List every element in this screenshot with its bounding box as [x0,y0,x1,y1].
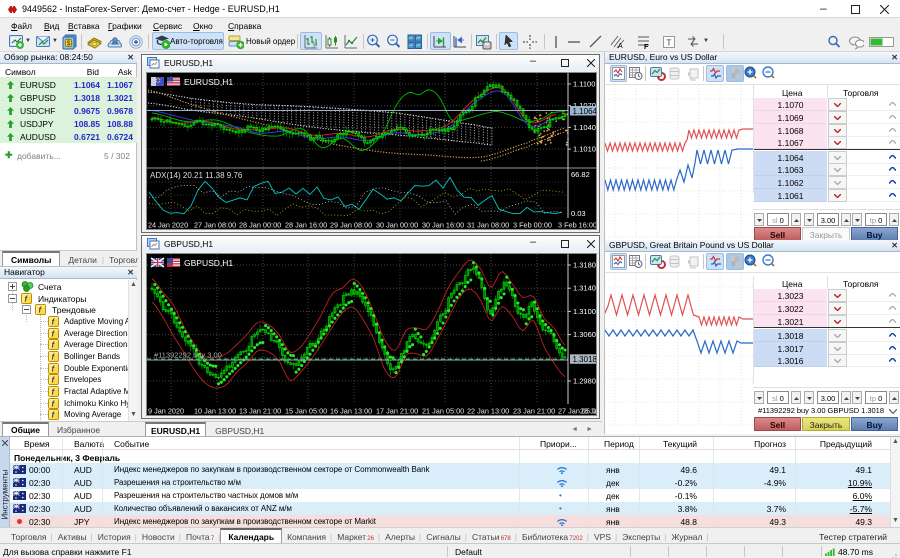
svg-text:21 Jan 05:00: 21 Jan 05:00 [422,407,464,416]
svg-text:1.3018: 1.3018 [573,355,598,364]
svg-text:ADX(14) 20.21 11.38 9.76: ADX(14) 20.21 11.38 9.76 [150,171,243,180]
svg-text:29 Jan 08:00: 29 Jan 08:00 [330,221,372,230]
svg-text:1.3060: 1.3060 [573,330,596,339]
svg-text:$: $ [67,41,71,48]
svg-text:A: A [618,43,623,50]
svg-text:0.03: 0.03 [571,209,586,218]
svg-text:GBPUSD,H1: GBPUSD,H1 [184,258,233,268]
svg-text:1.3180: 1.3180 [573,261,596,270]
svg-text:9 Jan 2020: 9 Jan 2020 [148,407,184,416]
svg-text:15 Jan 05:00: 15 Jan 05:00 [285,407,327,416]
svg-text:3 Feb 16:00: 3 Feb 16:00 [558,221,597,230]
svg-text:31 Jan 08:00: 31 Jan 08:00 [467,221,509,230]
svg-text:T: T [667,39,672,48]
svg-text:17 Jan 21:00: 17 Jan 21:00 [376,407,418,416]
svg-text:EURUSD,H1: EURUSD,H1 [184,77,233,87]
svg-text:13 Jan 21:00: 13 Jan 21:00 [239,407,281,416]
svg-text:27 Jan 08:00: 27 Jan 08:00 [194,221,236,230]
svg-text:1.1040: 1.1040 [573,123,596,132]
svg-text:28 Jan 00:00: 28 Jan 00:00 [239,221,281,230]
svg-text:66.82: 66.82 [571,170,590,179]
svg-text:30 Jan 16:00: 30 Jan 16:00 [422,221,464,230]
svg-text:#11392292 buy 3.00: #11392292 buy 3.00 [154,351,222,360]
svg-text:28 Jan 13:00: 28 Jan 13:00 [580,407,597,416]
svg-text:1.1064: 1.1064 [573,107,598,116]
svg-text:4 Feb 08:00: 4 Feb 08:00 [596,221,597,230]
svg-text:1.3140: 1.3140 [573,284,596,293]
svg-text:28 Jan 16:00: 28 Jan 16:00 [285,221,327,230]
svg-text:30 Jan 00:00: 30 Jan 00:00 [376,221,418,230]
svg-text:3 Feb 00:00: 3 Feb 00:00 [513,221,552,230]
svg-text:16 Jan 13:00: 16 Jan 13:00 [330,407,372,416]
svg-text:23 Jan 21:00: 23 Jan 21:00 [513,407,555,416]
svg-text:22 Jan 13:00: 22 Jan 13:00 [467,407,509,416]
svg-text:10 Jan 13:00: 10 Jan 13:00 [194,407,236,416]
svg-text:1: 1 [312,43,316,50]
svg-text:24 Jan 2020: 24 Jan 2020 [148,221,188,230]
svg-text:1.3100: 1.3100 [573,307,596,316]
svg-text:1.2980: 1.2980 [573,377,596,386]
svg-text:1.1100: 1.1100 [573,80,595,89]
svg-text:1.1010: 1.1010 [573,145,596,154]
svg-text:F: F [644,44,649,50]
